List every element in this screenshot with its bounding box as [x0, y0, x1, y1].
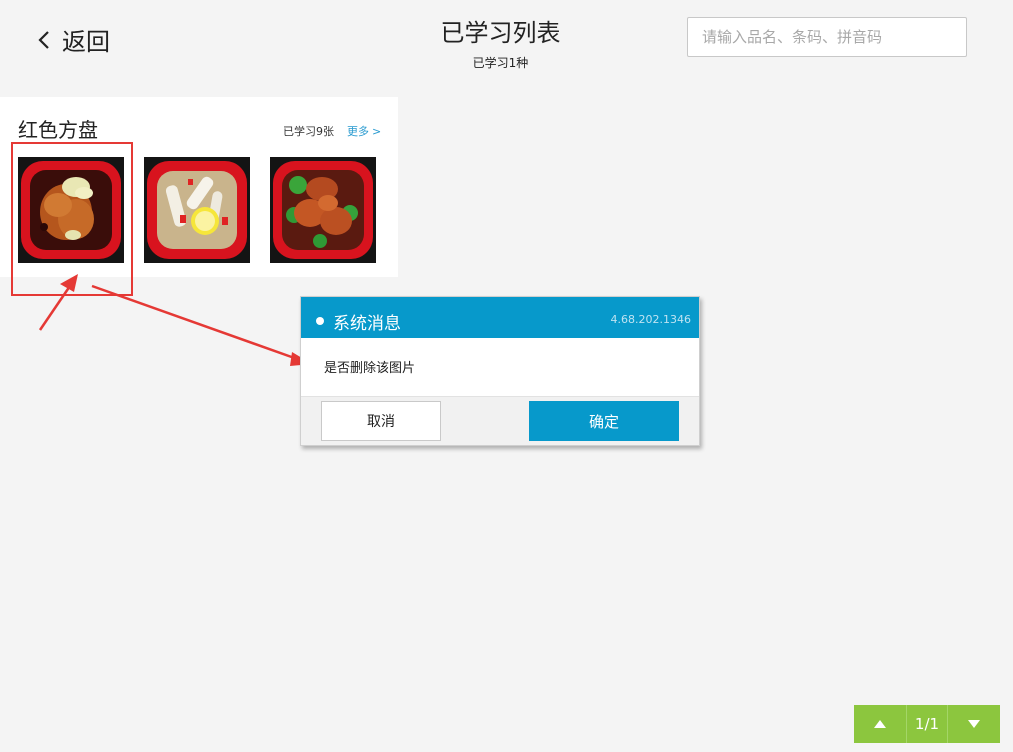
page-up-button[interactable]	[854, 705, 906, 743]
dialog-header: 系统消息 4.68.202.1346	[301, 297, 699, 338]
annotation-arrow-right	[91, 284, 301, 362]
food-thumbnail-2[interactable]	[144, 157, 250, 263]
food-thumbnail-1[interactable]	[18, 157, 124, 263]
version-label: 4.68.202.1346	[610, 313, 691, 326]
pagination-control: 1/1	[854, 705, 1000, 743]
learned-item-card: 红色方盘 已学习9张 更多 >	[0, 97, 398, 277]
confirm-button[interactable]: 确定	[529, 401, 679, 441]
system-message-dialog: 系统消息 4.68.202.1346 是否删除该图片 取消 确定	[300, 296, 700, 446]
broccoli-meat-dish-image	[270, 157, 376, 263]
lemon-fruit-salad-image	[144, 157, 250, 263]
search-input[interactable]	[687, 17, 967, 57]
food-thumbnail-3[interactable]	[270, 157, 376, 263]
dot-icon	[316, 317, 324, 325]
dialog-title: 系统消息	[333, 314, 401, 334]
annotation-arrow-up	[38, 282, 74, 331]
triangle-up-icon	[874, 720, 886, 728]
more-chevron-icon: >	[372, 125, 382, 138]
dialog-footer: 取消 确定	[301, 396, 699, 445]
cancel-button[interactable]: 取消	[321, 401, 441, 441]
learned-count: 已学习9张	[283, 125, 334, 138]
page-indicator: 1/1	[906, 705, 948, 743]
dialog-message: 是否删除该图片	[324, 361, 416, 376]
page-down-button[interactable]	[948, 705, 1000, 743]
more-link[interactable]: 更多 >	[347, 123, 381, 139]
triangle-down-icon	[968, 720, 980, 728]
more-label: 更多	[347, 125, 369, 138]
braised-meat-dish-image	[18, 157, 124, 263]
card-title: 红色方盘	[18, 118, 98, 142]
